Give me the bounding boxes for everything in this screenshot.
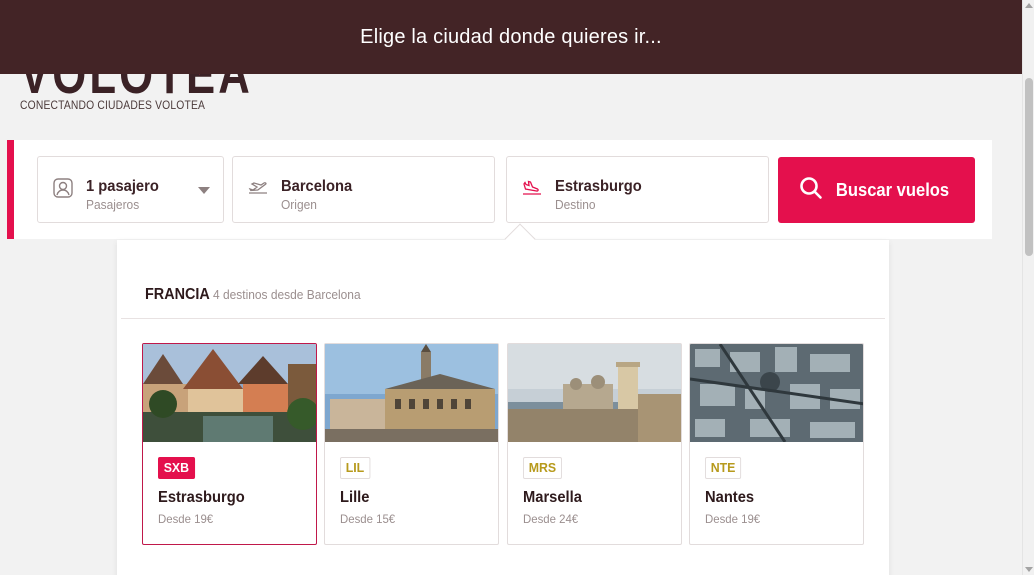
airport-code-badge: SXB xyxy=(158,457,195,479)
destination-photo xyxy=(325,344,498,442)
top-banner: Elige la ciudad donde quieres ir... xyxy=(0,0,1022,74)
user-icon xyxy=(52,177,74,199)
destination-photo xyxy=(143,344,316,442)
destination-value: Estrasburgo xyxy=(555,178,642,195)
passengers-field[interactable]: 1 pasajero Pasajeros xyxy=(37,156,224,223)
scroll-up-icon[interactable] xyxy=(1025,3,1033,8)
search-icon xyxy=(799,176,823,205)
destination-card-mrs[interactable]: MRS Marsella Desde 24€ xyxy=(507,343,682,545)
destination-card-nte[interactable]: NTE Nantes Desde 19€ xyxy=(689,343,864,545)
passengers-value: 1 pasajero xyxy=(86,178,159,195)
origin-field[interactable]: Barcelona Origen xyxy=(232,156,495,223)
scroll-down-icon[interactable] xyxy=(1025,567,1033,572)
country-title: FRANCIA xyxy=(145,286,210,303)
city-name: Estrasburgo xyxy=(158,489,245,506)
city-name: Nantes xyxy=(705,489,755,506)
airport-code-badge: LIL xyxy=(340,457,370,479)
origin-label: Origen xyxy=(281,197,317,212)
price-from: Desde 24€ xyxy=(523,512,579,526)
landing-icon xyxy=(521,177,543,199)
country-subtitle: 4 destinos desde Barcelona xyxy=(213,287,361,302)
city-name: Lille xyxy=(340,489,370,506)
destination-photo xyxy=(508,344,681,442)
chevron-down-icon[interactable] xyxy=(198,187,210,194)
destination-photo xyxy=(690,344,863,442)
destination-label: Destino xyxy=(555,197,596,212)
page-scrollbar[interactable] xyxy=(1022,0,1034,575)
scroll-thumb[interactable] xyxy=(1025,78,1033,256)
price-from: Desde 19€ xyxy=(705,512,761,526)
search-flights-button[interactable]: Buscar vuelos xyxy=(778,157,975,223)
divider xyxy=(121,318,885,319)
tagline: CONECTANDO CIUDADES VOLOTEA xyxy=(20,98,206,112)
destinations-panel: FRANCIA 4 destinos desde Barcelona SXB E… xyxy=(117,240,889,575)
passengers-label: Pasajeros xyxy=(86,197,140,212)
takeoff-icon xyxy=(247,177,269,199)
city-name: Marsella xyxy=(523,489,582,506)
banner-text: Elige la ciudad donde quieres ir... xyxy=(360,25,662,48)
search-bar: 1 pasajero Pasajeros Barcelona Origen Es… xyxy=(7,140,992,239)
airport-code-badge: MRS xyxy=(523,457,562,479)
search-button-label: Buscar vuelos xyxy=(835,179,950,200)
airport-code-badge: NTE xyxy=(705,457,742,479)
destination-card-sxb[interactable]: SXB Estrasburgo Desde 19€ xyxy=(142,343,317,545)
price-from: Desde 19€ xyxy=(158,512,214,526)
destination-card-lil[interactable]: LIL Lille Desde 15€ xyxy=(324,343,499,545)
destination-field[interactable]: Estrasburgo Destino xyxy=(506,156,769,223)
price-from: Desde 15€ xyxy=(340,512,396,526)
origin-value: Barcelona xyxy=(281,178,353,195)
